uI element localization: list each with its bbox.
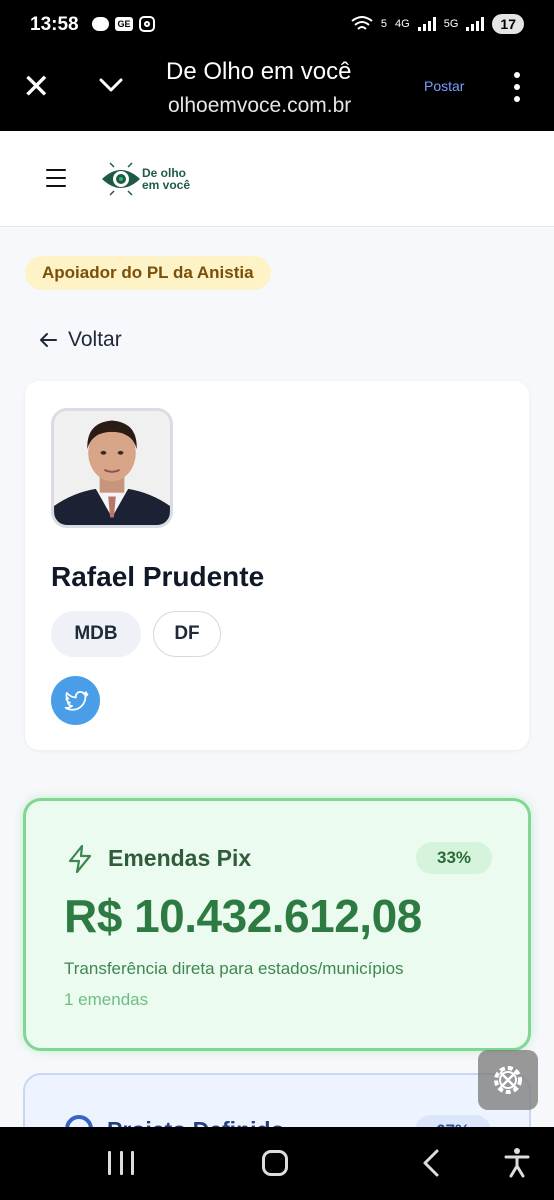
back-label: Voltar — [68, 328, 122, 351]
twitter-button[interactable] — [51, 676, 100, 725]
page-title: De Olho em você — [166, 58, 352, 85]
party-chip[interactable]: MDB — [51, 611, 141, 657]
url-display[interactable]: olhoemvoce.com.br — [168, 94, 351, 118]
site-header: De olho em você — [0, 131, 554, 227]
signal-icon — [417, 17, 436, 31]
close-icon[interactable]: ✕ — [22, 70, 52, 104]
more-menu-icon[interactable] — [510, 72, 524, 102]
network-5g-label: 5G — [443, 18, 459, 30]
logo-line-2: em você — [142, 178, 191, 192]
pix-description: Transferência direta para estados/municí… — [64, 959, 404, 978]
profile-card: Rafael Prudente MDB DF — [25, 381, 529, 750]
wifi-label: 5 — [380, 18, 388, 30]
status-time: 13:58 — [30, 14, 79, 35]
notification-icons: GE — [92, 16, 155, 32]
logo-text[interactable]: De olho em você — [142, 167, 190, 191]
arrow-left-icon — [40, 333, 57, 347]
post-button[interactable]: Postar — [424, 78, 464, 94]
back-link[interactable]: Voltar — [38, 328, 122, 352]
battery-indicator: 17 — [492, 14, 524, 34]
twitter-bird-icon — [64, 690, 88, 711]
chevron-down-icon[interactable] — [96, 70, 126, 100]
instagram-icon — [139, 16, 155, 32]
signal-icon — [466, 17, 485, 31]
settings-fab[interactable] — [478, 1050, 538, 1110]
wifi-icon — [351, 16, 373, 30]
browser-toolbar: ✕ De Olho em você olhoemvoce.com.br Post… — [0, 52, 554, 131]
pix-count: 1 emendas — [64, 990, 149, 1009]
recent-apps-icon[interactable] — [108, 1151, 134, 1175]
home-icon[interactable] — [262, 1150, 288, 1176]
state-chip[interactable]: DF — [153, 611, 221, 657]
status-badge: Apoiador do PL da Anistia — [25, 256, 271, 290]
ge-app-icon: GE — [115, 17, 133, 31]
avatar — [51, 408, 173, 528]
network-4g-label: 4G — [395, 18, 410, 30]
lightning-icon — [68, 844, 92, 874]
hamburger-menu-icon[interactable] — [46, 169, 66, 187]
status-bar: 13:58 GE 5 4G 5G 17 — [0, 0, 554, 52]
emendas-pix-card[interactable]: Emendas Pix 33% R$ 10.432.612,08 Transfe… — [23, 798, 531, 1051]
politician-name: Rafael Prudente — [51, 561, 265, 592]
chat-bubble-icon — [92, 17, 109, 31]
gear-tools-icon — [494, 1066, 522, 1094]
accessibility-icon[interactable] — [503, 1146, 531, 1178]
system-nav-bar — [0, 1127, 554, 1200]
pix-amount: R$ 10.432.612,08 — [64, 890, 422, 942]
pix-percent-badge: 33% — [416, 842, 492, 874]
pix-title: Emendas Pix — [108, 845, 252, 871]
system-indicators: 5 4G 5G 17 — [351, 14, 524, 34]
back-icon[interactable] — [418, 1147, 444, 1179]
